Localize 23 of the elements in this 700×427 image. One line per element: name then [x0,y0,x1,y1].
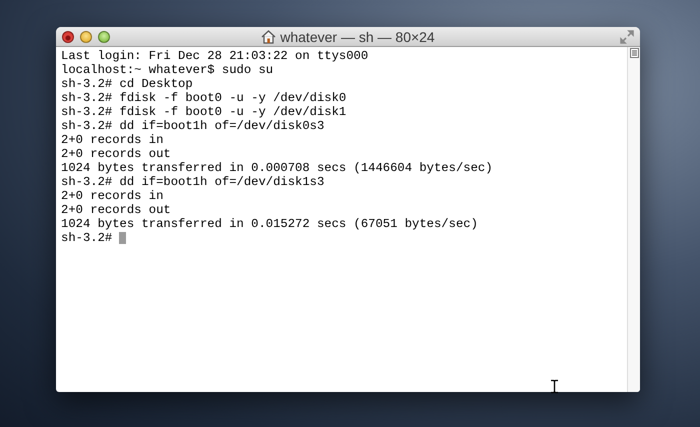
minimize-button[interactable] [80,30,92,42]
terminal-line: sh-3.2# dd if=boot1h of=/dev/disk0s3 [61,119,324,133]
terminal-line: 2+0 records out [61,203,171,217]
terminal-line: localhost:~ whatever$ sudo su [61,63,274,77]
zoom-button[interactable] [98,30,110,42]
fullscreen-icon[interactable] [620,30,634,44]
close-button[interactable] [62,30,74,42]
shell-prompt: sh-3.2# [61,231,112,245]
i-beam-pointer-icon [550,379,559,394]
terminal-line: sh-3.2# fdisk -f boot0 -u -y /dev/disk0 [61,91,346,105]
terminal-line: 2+0 records in [61,189,164,203]
terminal-line: sh-3.2# cd Desktop [61,77,193,91]
terminal-line: 1024 bytes transferred in 0.000708 secs (1446604 bytes/sec) [61,161,493,175]
text-cursor [119,232,126,244]
terminal-line: 2+0 records in [61,133,164,147]
split-pane-icon[interactable] [630,48,638,58]
terminal-line: 1024 bytes transferred in 0.015272 secs (67051 bytes/sec) [61,217,478,231]
terminal-line: sh-3.2# dd if=boot1h of=/dev/disk1s3 [61,175,324,189]
house-icon [261,30,276,44]
terminal-line: Last login: Fri Dec 28 21:03:22 on ttys000 [61,49,368,63]
terminal-line: sh-3.2# fdisk -f boot0 -u -y /dev/disk1 [61,105,346,119]
terminal-line: 2+0 records out [61,147,171,161]
window-title: whatever — sh — 80×24 [280,28,435,44]
